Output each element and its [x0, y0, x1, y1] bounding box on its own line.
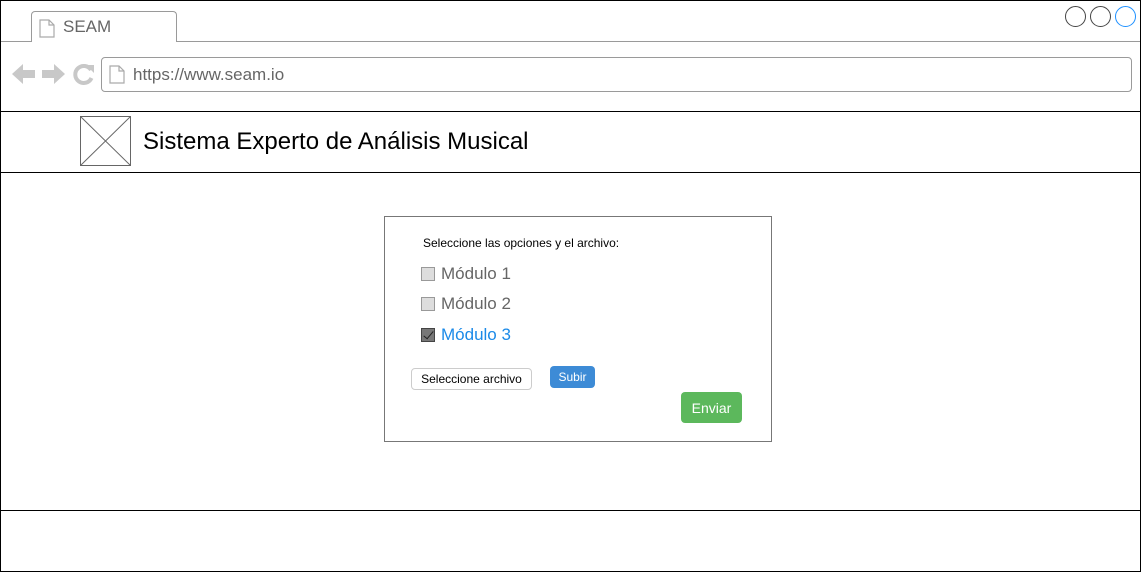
- image-placeholder-icon: [80, 116, 132, 172]
- page-title: Sistema Experto de Análisis Musical: [143, 128, 529, 155]
- refresh-icon[interactable]: [72, 63, 95, 91]
- address-bar[interactable]: https://www.seam.io: [101, 57, 1132, 92]
- page-footer: [1, 510, 1140, 572]
- upload-button[interactable]: Subir: [550, 366, 595, 388]
- module-1-checkbox[interactable]: Módulo 1: [421, 264, 511, 284]
- page-icon: [39, 19, 55, 43]
- tab-title: SEAM: [63, 17, 112, 36]
- browser-window: SEAM https://www.seam.io Sistema Experto…: [0, 0, 1141, 572]
- checkbox-checked-icon[interactable]: [421, 328, 435, 342]
- page-icon: [109, 65, 125, 89]
- window-maximize-button[interactable]: [1090, 6, 1111, 27]
- window-minimize-button[interactable]: [1065, 6, 1086, 27]
- browser-tab[interactable]: SEAM: [31, 11, 177, 42]
- checkbox-unchecked-icon[interactable]: [421, 267, 435, 281]
- module-2-label: Módulo 2: [441, 294, 511, 313]
- module-1-label: Módulo 1: [441, 264, 511, 283]
- module-3-label: Módulo 3: [441, 325, 511, 344]
- page-header: Sistema Experto de Análisis Musical: [1, 111, 1140, 173]
- upload-form-panel: Seleccione las opciones y el archivo: Mó…: [384, 216, 772, 442]
- choose-file-button[interactable]: Seleccione archivo: [411, 368, 532, 390]
- module-2-checkbox[interactable]: Módulo 2: [421, 294, 511, 314]
- back-arrow-icon[interactable]: [12, 63, 36, 90]
- forward-arrow-icon[interactable]: [41, 63, 65, 90]
- url-text: https://www.seam.io: [133, 65, 285, 84]
- module-3-checkbox[interactable]: Módulo 3: [421, 325, 511, 345]
- checkbox-unchecked-icon[interactable]: [421, 297, 435, 311]
- window-close-button[interactable]: [1115, 6, 1136, 27]
- submit-button[interactable]: Enviar: [681, 392, 742, 423]
- form-prompt: Seleccione las opciones y el archivo:: [423, 236, 620, 250]
